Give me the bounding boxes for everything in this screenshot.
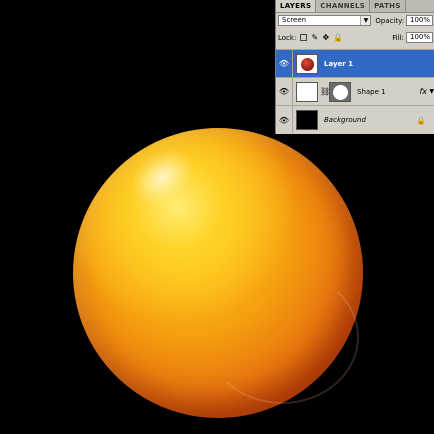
blend-mode-value: Screen xyxy=(282,16,307,24)
tab-channels[interactable]: CHANNELS xyxy=(316,0,371,12)
opacity-label: Opacity: xyxy=(375,16,405,25)
link-chain-icon[interactable]: ⛓ xyxy=(320,87,330,96)
lock-transparent-icon[interactable] xyxy=(300,34,308,41)
lock-image-brush-icon[interactable]: ✎ xyxy=(311,34,318,42)
chevron-down-icon[interactable]: ▼ xyxy=(360,16,371,25)
opacity-input[interactable]: 100% xyxy=(406,15,433,26)
lock-options: ✎ ✥ 🔒 xyxy=(300,34,343,42)
tab-paths[interactable]: PATHS xyxy=(370,0,406,12)
layer-row-shape-1[interactable]: 👁 ⛓ Shape 1 fx ▼ xyxy=(276,77,434,105)
layer-name[interactable]: Shape 1 xyxy=(357,88,386,96)
sphere-reflection xyxy=(205,270,359,404)
eye-visibility-icon[interactable]: 👁 xyxy=(276,106,293,134)
expand-effects-arrow-icon[interactable]: ▼ xyxy=(429,88,434,95)
layer-thumbnail xyxy=(296,81,318,102)
panel-tabs: LAYERS CHANNELS PATHS xyxy=(276,0,434,13)
fill-input[interactable]: 100% xyxy=(406,32,433,43)
lock-label: Lock: xyxy=(278,33,297,42)
lock-position-move-icon[interactable]: ✥ xyxy=(322,34,329,42)
layers-panel: LAYERS CHANNELS PATHS Screen ▼ Opacity: … xyxy=(275,0,434,134)
blend-mode-select[interactable]: Screen ▼ xyxy=(278,15,372,26)
layer-name[interactable]: Layer 1 xyxy=(324,60,353,68)
layer-row-background[interactable]: 👁 Background 🔒 xyxy=(276,105,434,134)
eye-visibility-icon[interactable]: 👁 xyxy=(276,50,293,77)
fx-effects-icon[interactable]: fx xyxy=(419,87,427,96)
layer-thumbnail xyxy=(296,53,318,74)
layer-name[interactable]: Background xyxy=(324,116,366,124)
lock-fill-row: Lock: ✎ ✥ 🔒 Fill: 100% xyxy=(278,31,433,44)
layer-row-layer-1[interactable]: 👁 Layer 1 xyxy=(276,49,434,77)
vector-mask-thumbnail xyxy=(329,81,351,102)
lock-icon: 🔒 xyxy=(416,115,426,125)
eye-visibility-icon[interactable]: 👁 xyxy=(276,78,293,105)
tab-layers[interactable]: LAYERS xyxy=(276,0,317,12)
layer-thumbnail xyxy=(296,110,318,130)
lock-all-icon[interactable]: 🔒 xyxy=(333,34,343,42)
blend-opacity-row: Screen ▼ Opacity: 100% xyxy=(278,14,433,27)
fill-label: Fill: xyxy=(392,33,404,42)
